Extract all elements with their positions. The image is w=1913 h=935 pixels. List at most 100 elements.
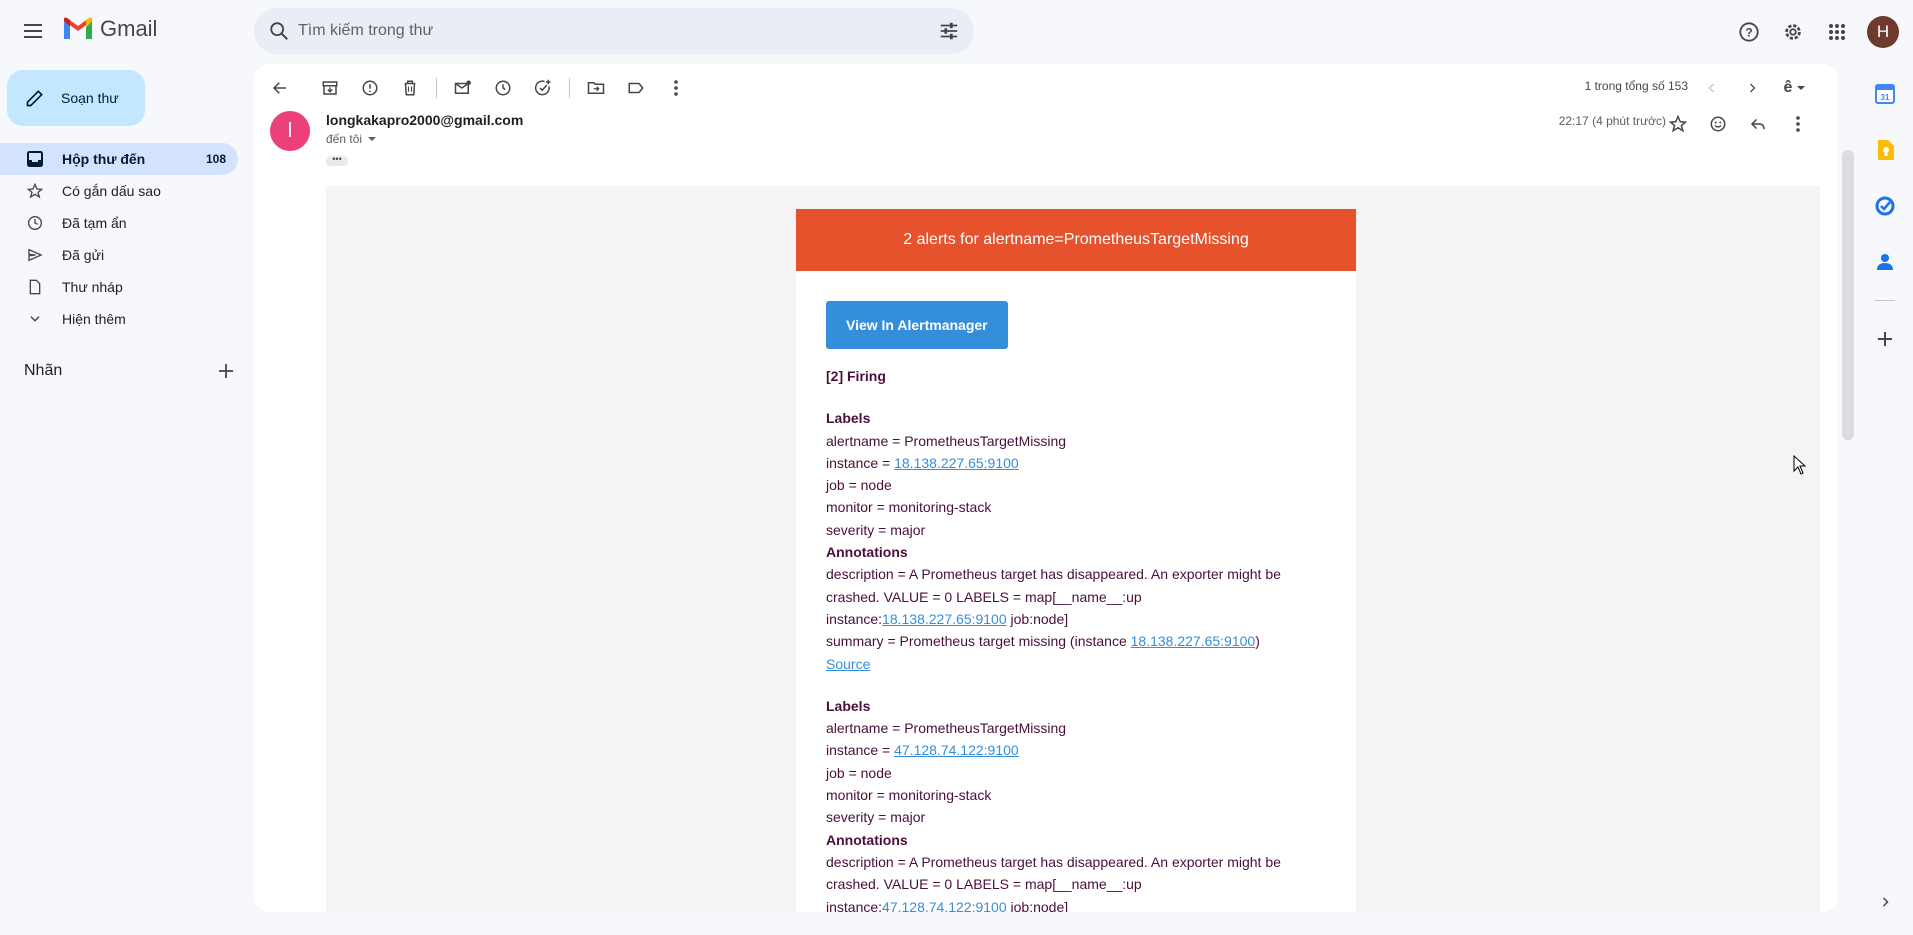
caret-down-icon xyxy=(1797,86,1806,90)
instance-link[interactable]: 18.138.227.65:9100 xyxy=(1131,633,1256,649)
add-label-icon[interactable] xyxy=(218,363,234,379)
compose-label: Soạn thư xyxy=(61,90,119,106)
show-trimmed-button[interactable]: ••• xyxy=(326,155,348,166)
clock-icon xyxy=(26,214,44,232)
trash-icon xyxy=(404,80,416,96)
back-button[interactable] xyxy=(260,68,300,108)
search-input[interactable] xyxy=(298,8,898,54)
pencil-icon xyxy=(26,90,43,107)
description-prefix: instance: xyxy=(826,898,883,912)
description-line: instance:18.138.227.65:9100 job:node] xyxy=(826,608,1326,630)
more-actions-button[interactable] xyxy=(656,68,696,108)
sidebar-item-starred[interactable]: Có gắn dấu sao xyxy=(0,175,238,207)
calendar-app-button[interactable]: 31 xyxy=(1867,76,1903,112)
sender-address[interactable]: longkakapro2000@gmail.com xyxy=(326,112,523,128)
keep-app-button[interactable] xyxy=(1867,132,1903,168)
alert-item: Labels alertname = PrometheusTargetMissi… xyxy=(826,695,1326,912)
description-line: instance:47.128.74.122:9100 job:node] xyxy=(826,896,1326,912)
hamburger-icon xyxy=(24,24,42,38)
pager-controls: ê xyxy=(1692,68,1818,108)
search-bar xyxy=(254,8,974,54)
report-icon xyxy=(362,80,378,96)
instance-label: instance = 47.128.74.122:9100 xyxy=(826,739,1326,761)
reply-icon xyxy=(1750,118,1765,130)
message-view: 1 trong tổng số 153 ê l longkakapro2000@… xyxy=(254,64,1838,912)
gmail-logo[interactable]: Gmail xyxy=(62,16,157,42)
contacts-icon xyxy=(1877,254,1893,270)
gear-icon xyxy=(1785,24,1801,40)
instance-prefix: instance = xyxy=(826,742,895,759)
settings-button[interactable] xyxy=(1771,10,1815,54)
annotations-heading: Annotations xyxy=(826,831,908,848)
svg-text:31: 31 xyxy=(1881,93,1890,102)
chevron-left-icon xyxy=(1708,83,1714,93)
snooze-button[interactable] xyxy=(483,68,523,108)
mark-unread-button[interactable] xyxy=(443,68,483,108)
instance-link[interactable]: 18.138.227.65:9100 xyxy=(894,455,1019,471)
app-name: Gmail xyxy=(100,16,158,41)
star-button[interactable] xyxy=(1658,104,1698,144)
chevron-right-icon xyxy=(1750,83,1756,93)
sidebar-item-sent[interactable]: Đã gửi xyxy=(0,239,238,271)
apps-button[interactable] xyxy=(1815,10,1859,54)
side-panel: 31 xyxy=(1860,64,1913,934)
description-line: description = A Prometheus target has di… xyxy=(826,566,1281,583)
description-suffix: job:node] xyxy=(1006,610,1069,627)
sidebar-item-label: Đã gửi xyxy=(62,247,105,263)
view-in-alertmanager-button[interactable]: View In Alertmanager xyxy=(826,301,1008,349)
instance-link[interactable]: 47.128.74.122:9100 xyxy=(882,899,1007,912)
sidebar-item-drafts[interactable]: Thư nháp xyxy=(0,271,238,303)
reply-button[interactable] xyxy=(1738,104,1778,144)
emoji-reaction-button[interactable] xyxy=(1698,104,1738,144)
severity-label: severity = major xyxy=(826,521,926,538)
side-panel-divider xyxy=(1875,300,1895,301)
sidebar-item-more[interactable]: Hiện thêm xyxy=(0,303,238,335)
message-time: 22:17 (4 phút trước) xyxy=(1558,114,1666,128)
monitor-label: monitor = monitoring-stack xyxy=(826,499,992,516)
message-more-button[interactable] xyxy=(1778,104,1818,144)
plus-icon xyxy=(1878,332,1892,346)
older-button[interactable] xyxy=(1732,68,1772,108)
sidebar-item-snoozed[interactable]: Đã tạm ẩn xyxy=(0,207,238,239)
move-to-button[interactable] xyxy=(576,68,616,108)
caret-down-icon xyxy=(368,137,377,141)
chevron-down-icon xyxy=(26,310,44,328)
recipient-details[interactable]: đến tôi xyxy=(326,132,377,146)
support-button[interactable]: ? xyxy=(1727,10,1771,54)
alert-item: Labels alertname = PrometheusTargetMissi… xyxy=(826,407,1326,675)
arrow-back-icon xyxy=(272,82,286,94)
labels-button[interactable] xyxy=(616,68,656,108)
delete-button[interactable] xyxy=(390,68,430,108)
chevron-right-icon xyxy=(1882,897,1889,907)
report-spam-button[interactable] xyxy=(350,68,390,108)
source-link[interactable]: Source xyxy=(826,656,870,672)
newer-button[interactable] xyxy=(1692,68,1732,108)
input-tools-button[interactable]: ê xyxy=(1772,68,1818,108)
contacts-app-button[interactable] xyxy=(1867,244,1903,280)
instance-link[interactable]: 47.128.74.122:9100 xyxy=(894,742,1019,758)
account-avatar[interactable]: H xyxy=(1867,16,1899,48)
apps-grid-icon xyxy=(1829,24,1845,40)
search-options-icon[interactable] xyxy=(938,20,960,42)
tasks-app-button[interactable] xyxy=(1867,188,1903,224)
sender-avatar[interactable]: l xyxy=(270,111,310,151)
compose-button[interactable]: Soạn thư xyxy=(7,70,145,126)
sidebar-item-inbox[interactable]: Hộp thư đến 108 xyxy=(0,143,238,175)
show-side-panel-button[interactable] xyxy=(1867,884,1903,920)
add-to-tasks-button[interactable] xyxy=(523,68,563,108)
severity-label: severity = major xyxy=(826,809,926,826)
emoji-icon xyxy=(1710,116,1726,132)
archive-button[interactable] xyxy=(310,68,350,108)
summary-prefix: summary = Prometheus target missing (ins… xyxy=(826,633,1131,650)
tasks-icon xyxy=(1875,196,1895,216)
get-addons-button[interactable] xyxy=(1867,321,1903,357)
description-line: description = A Prometheus target has di… xyxy=(826,853,1281,870)
description-prefix: instance: xyxy=(826,610,883,627)
clock-icon xyxy=(495,80,511,96)
firing-count: [2] Firing xyxy=(826,368,886,384)
instance-prefix: instance = xyxy=(826,454,895,471)
scrollbar-thumb[interactable] xyxy=(1842,150,1854,440)
main-menu-button[interactable] xyxy=(14,13,54,49)
search-icon[interactable] xyxy=(268,20,290,42)
instance-link[interactable]: 18.138.227.65:9100 xyxy=(882,611,1007,627)
